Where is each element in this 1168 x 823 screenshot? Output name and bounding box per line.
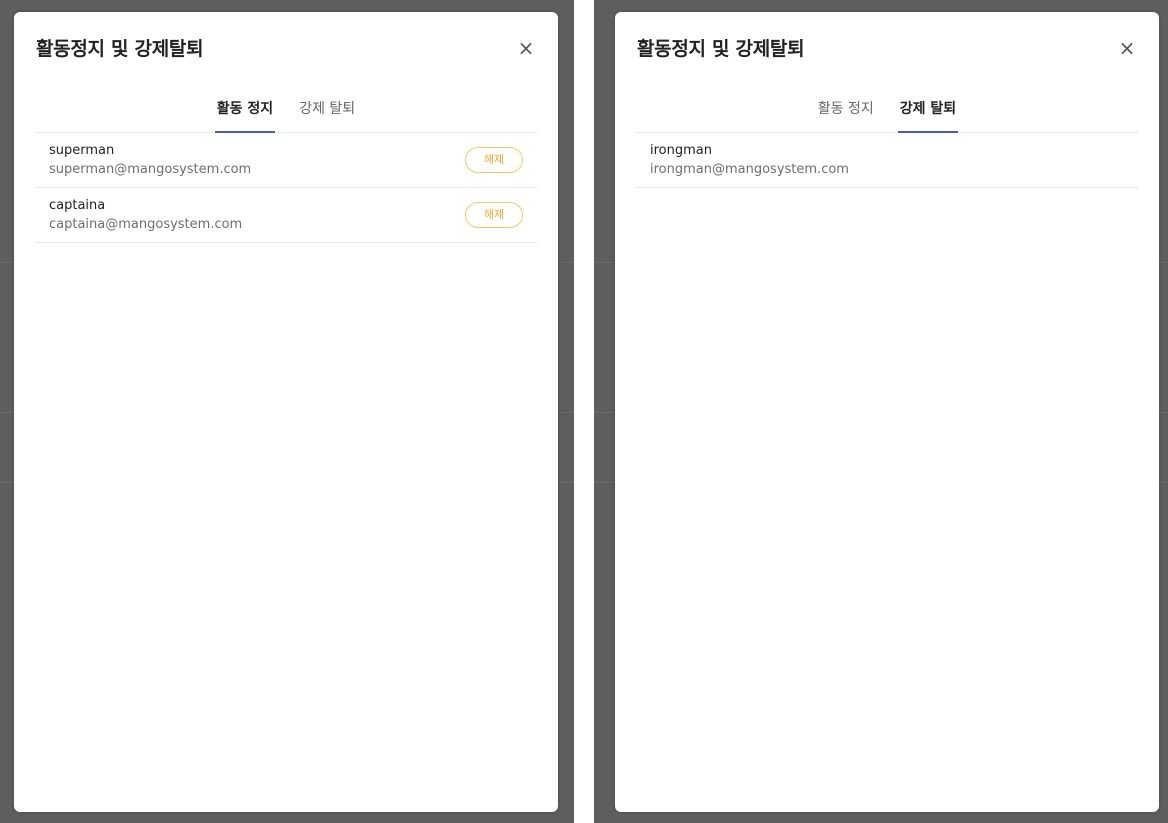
list-item: captaina captaina@mangosystem.com 해제: [35, 188, 537, 243]
close-icon[interactable]: ×: [514, 36, 538, 60]
modal-title: 활동정지 및 강제탈퇴: [36, 38, 204, 60]
user-email: irongman@mangosystem.com: [650, 162, 849, 177]
tab-suspended[interactable]: 활동 정지: [816, 96, 876, 132]
suspended-user-list: superman superman@mangosystem.com 해제 cap…: [35, 133, 537, 243]
release-button[interactable]: 해제: [465, 202, 523, 228]
tab-expelled[interactable]: 강제 탈퇴: [297, 96, 357, 132]
suspension-modal-suspended-tab: 활동정지 및 강제탈퇴 × 활동 정지 강제 탈퇴 superman super…: [14, 12, 558, 812]
suspension-modal-expelled-tab: 활동정지 및 강제탈퇴 × 활동 정지 강제 탈퇴 irongman irong…: [615, 12, 1159, 812]
user-name: superman: [49, 143, 115, 158]
user-name: irongman: [650, 143, 712, 158]
tab-suspended[interactable]: 활동 정지: [214, 96, 276, 133]
list-item: irongman irongman@mangosystem.com: [636, 133, 1138, 188]
expelled-user-list: irongman irongman@mangosystem.com: [636, 133, 1138, 188]
user-email: captaina@mangosystem.com: [49, 217, 243, 232]
tab-expelled[interactable]: 강제 탈퇴: [897, 96, 959, 133]
user-name: captaina: [49, 198, 106, 213]
tab-bar: 활동 정지 강제 탈퇴: [636, 96, 1138, 133]
close-icon[interactable]: ×: [1115, 36, 1139, 60]
release-button[interactable]: 해제: [465, 147, 523, 173]
tab-bar: 활동 정지 강제 탈퇴: [35, 96, 537, 133]
user-email: superman@mangosystem.com: [49, 162, 252, 177]
modal-title: 활동정지 및 강제탈퇴: [637, 38, 805, 60]
list-item: superman superman@mangosystem.com 해제: [35, 133, 537, 188]
